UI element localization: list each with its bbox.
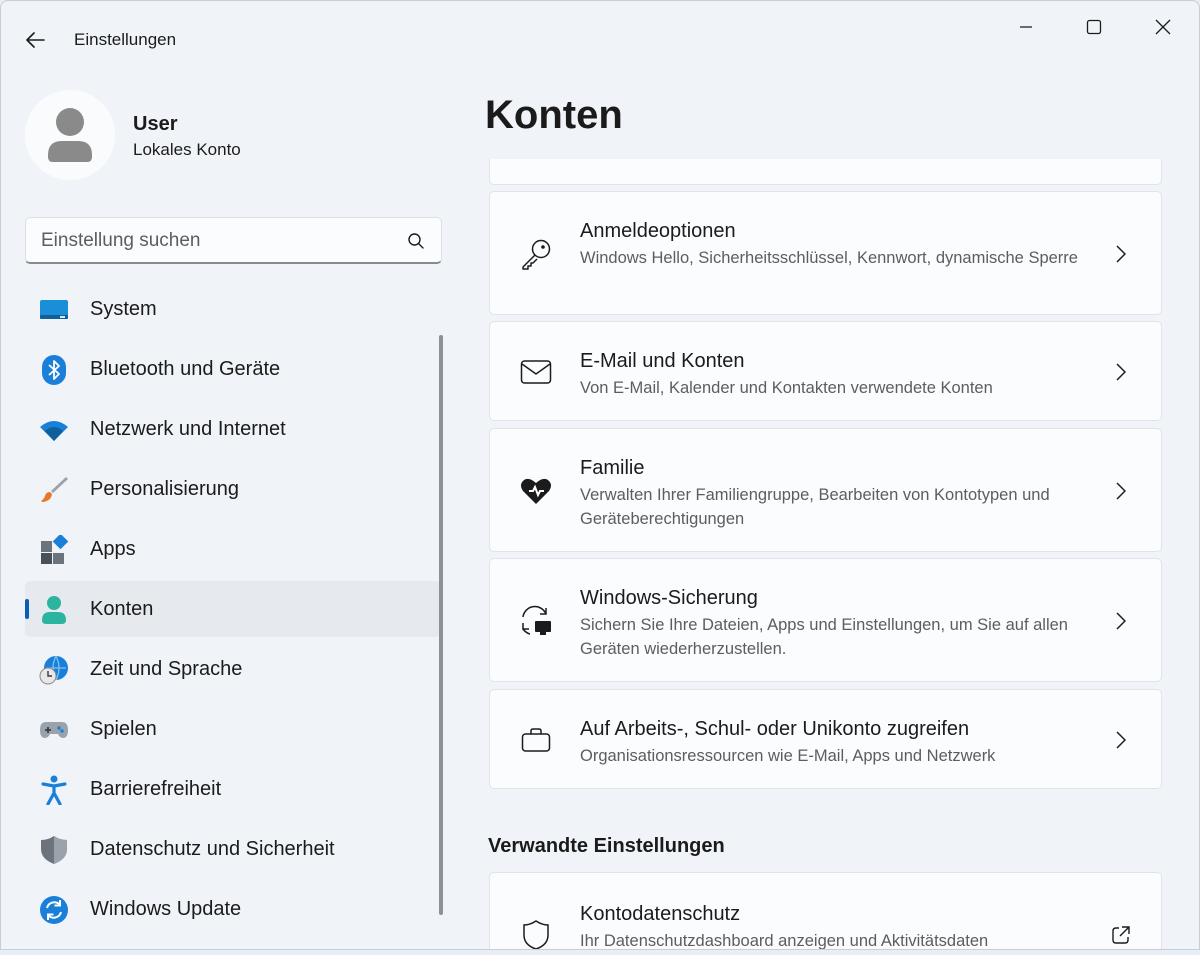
key-icon — [518, 236, 554, 272]
sidebar-scrollbar[interactable] — [439, 335, 443, 915]
arrow-left-icon — [26, 32, 45, 48]
card-title: Anmeldeoptionen — [580, 220, 736, 242]
minimize-icon — [1020, 26, 1032, 28]
card-windows-backup[interactable]: Windows-Sicherung Sichern Sie Ihre Datei… — [489, 558, 1162, 682]
back-button[interactable] — [15, 23, 55, 57]
card-title: Auf Arbeits-, Schul- oder Unikonto zugre… — [580, 718, 970, 740]
sidebar-item-label: Zeit und Sprache — [90, 658, 243, 680]
avatar[interactable] — [25, 90, 115, 180]
sidebar-item-apps[interactable]: Apps — [25, 521, 441, 577]
card-description: Verwalten Ihrer Familiengruppe, Bearbeit… — [580, 486, 1050, 528]
globe-clock-icon — [39, 655, 69, 685]
account-type: Lokales Konto — [133, 140, 241, 159]
sidebar-item-label: Bluetooth und Geräte — [90, 358, 281, 380]
close-icon — [1155, 19, 1171, 35]
sidebar-item-time-language[interactable]: Zeit und Sprache — [25, 641, 441, 697]
chevron-right-icon — [1113, 611, 1129, 631]
sidebar-nav: System Bluetooth und Geräte Netzwerk und… — [25, 281, 441, 941]
chevron-right-icon — [1113, 362, 1129, 382]
apps-icon — [39, 535, 69, 565]
external-link-icon — [1111, 925, 1131, 945]
search-icon[interactable] — [407, 232, 425, 250]
related-settings-heading: Verwandte Einstellungen — [488, 835, 725, 857]
sidebar-item-privacy[interactable]: Datenschutz und Sicherheit — [25, 821, 441, 877]
mail-icon — [518, 354, 554, 390]
card-family[interactable]: Familie Verwalten Ihrer Familiengruppe, … — [489, 428, 1162, 552]
update-icon — [39, 895, 69, 925]
sidebar-item-bluetooth[interactable]: Bluetooth und Geräte — [25, 341, 441, 397]
card-description: Sichern Sie Ihre Dateien, Apps und Einst… — [580, 616, 1068, 658]
card-title: Kontodatenschutz — [580, 903, 741, 925]
card-account-privacy[interactable]: Kontodatenschutz Ihr Datenschutzdashboar… — [489, 872, 1162, 950]
active-indicator — [25, 599, 29, 619]
chevron-right-icon — [1113, 481, 1129, 501]
shield-icon — [39, 835, 69, 865]
user-name: User — [133, 113, 178, 135]
sidebar-item-label: Netzwerk und Internet — [90, 418, 286, 440]
sidebar-item-system[interactable]: System — [25, 281, 441, 337]
person-icon — [39, 595, 69, 625]
sidebar-item-label: Datenschutz und Sicherheit — [90, 838, 335, 860]
settings-window: Einstellungen User Lokales Konto Einstel… — [0, 0, 1200, 950]
search-box[interactable] — [25, 217, 442, 264]
sidebar-item-label: Windows Update — [90, 898, 242, 920]
card-description: Windows Hello, Sicherheitsschlüssel, Ken… — [580, 249, 1078, 267]
card-work-school-account[interactable]: Auf Arbeits-, Schul- oder Unikonto zugre… — [489, 689, 1162, 789]
sidebar-item-windows-update[interactable]: Windows Update — [25, 881, 441, 937]
sidebar-item-label: Spielen — [90, 718, 157, 740]
sidebar-item-label: Apps — [90, 538, 136, 560]
chevron-right-icon — [1113, 730, 1129, 750]
title-bar: Einstellungen — [1, 1, 1199, 77]
sidebar-item-label: System — [90, 298, 157, 320]
card-email-accounts[interactable]: E-Mail und Konten Von E-Mail, Kalender u… — [489, 321, 1162, 421]
chevron-right-icon — [1113, 244, 1129, 264]
sidebar-item-label: Personalisierung — [90, 478, 239, 500]
backup-icon — [518, 603, 554, 639]
sidebar-item-personalization[interactable]: Personalisierung — [25, 461, 441, 517]
briefcase-icon — [518, 722, 554, 758]
shield-outline-icon — [518, 917, 554, 949]
card-sign-in-options[interactable]: Anmeldeoptionen Windows Hello, Sicherhei… — [489, 191, 1162, 315]
system-icon — [39, 295, 69, 325]
close-button[interactable] — [1140, 9, 1186, 45]
card-title: E-Mail und Konten — [580, 350, 745, 372]
family-heart-icon — [518, 473, 554, 509]
app-title: Einstellungen — [74, 30, 177, 49]
sidebar-item-label: Barrierefreiheit — [90, 778, 222, 800]
card-title: Familie — [580, 457, 645, 479]
minimize-button[interactable] — [1003, 9, 1049, 45]
sidebar-item-accessibility[interactable]: Barrierefreiheit — [25, 761, 441, 817]
card-description: Organisationsressourcen wie E-Mail, Apps… — [580, 747, 996, 765]
sidebar-item-network[interactable]: Netzwerk und Internet — [25, 401, 441, 457]
card-description: Ihr Datenschutzdashboard anzeigen und Ak… — [580, 932, 989, 950]
brush-icon — [39, 475, 69, 505]
bluetooth-icon — [39, 355, 69, 385]
maximize-button[interactable] — [1071, 9, 1117, 45]
gamepad-icon — [39, 715, 69, 745]
sidebar-item-gaming[interactable]: Spielen — [25, 701, 441, 757]
page-title: Konten — [485, 93, 623, 137]
maximize-icon — [1086, 19, 1102, 35]
sidebar-item-accounts[interactable]: Konten — [25, 581, 441, 637]
card-description: Von E-Mail, Kalender und Kontakten verwe… — [580, 379, 993, 397]
search-input[interactable] — [41, 230, 381, 252]
card-title: Windows-Sicherung — [580, 587, 758, 609]
user-avatar-icon — [48, 108, 92, 162]
wifi-icon — [39, 415, 69, 445]
accessibility-icon — [39, 775, 69, 805]
sidebar-item-label: Konten — [90, 598, 154, 620]
